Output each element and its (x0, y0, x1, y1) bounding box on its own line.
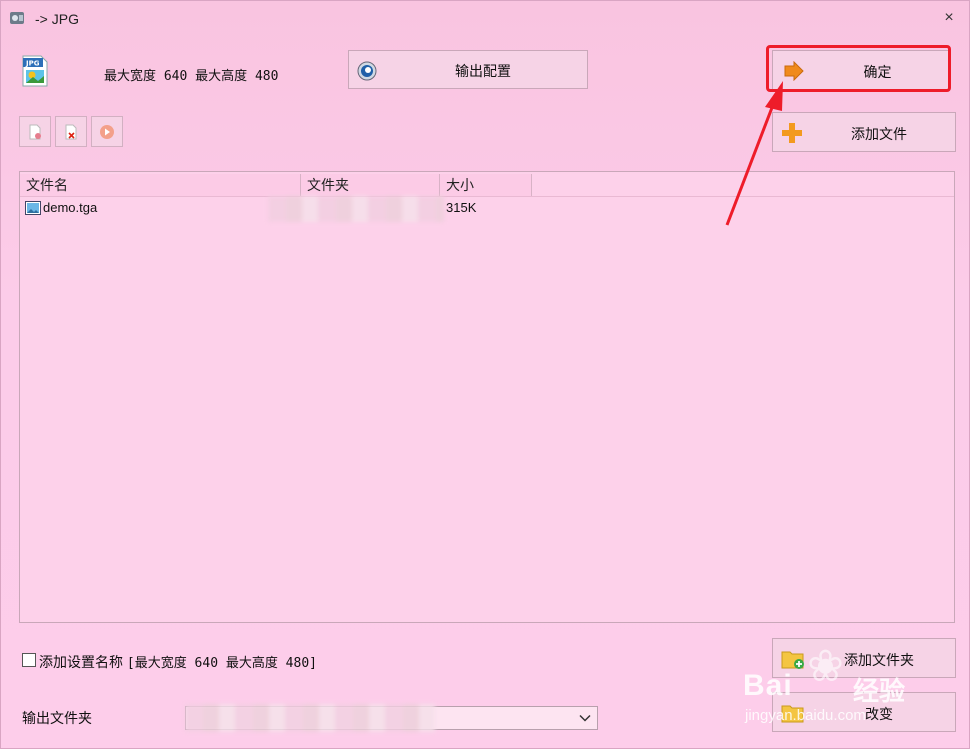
title-bar: -> JPG × (1, 1, 969, 37)
add-folder-button[interactable]: 添加文件夹 (772, 638, 956, 678)
app-icon (10, 12, 24, 24)
add-file-label: 添加文件 (851, 126, 907, 142)
header-divider (20, 196, 954, 197)
file-name-cell: demo.tga (43, 200, 98, 215)
column-header-size[interactable]: 大小 (440, 174, 532, 196)
close-button[interactable]: × (941, 9, 957, 27)
remove-file-icon (29, 124, 41, 140)
add-settings-name-checkbox[interactable] (22, 653, 36, 667)
window-title: -> JPG (35, 11, 79, 27)
plus-icon (782, 123, 802, 143)
column-header-filename[interactable]: 文件名 (20, 174, 301, 196)
checkbox-label-text: 添加设置名称 (39, 654, 123, 670)
column-header-folder[interactable]: 文件夹 (301, 174, 440, 196)
arrow-right-icon (784, 61, 804, 81)
chevron-down-icon (579, 714, 591, 722)
table-row[interactable]: demo.tga 315K (20, 198, 954, 218)
delete-file-button[interactable] (55, 116, 87, 147)
add-settings-name-label: 添加设置名称 [最大宽度 640 最大高度 480] (39, 652, 317, 672)
add-file-button[interactable]: 添加文件 (772, 112, 956, 152)
output-folder-label: 输出文件夹 (22, 710, 92, 726)
output-dimensions-label: 最大宽度 640 最大高度 480 (104, 69, 279, 84)
image-file-icon (25, 201, 41, 215)
jpg-format-icon: JPG (22, 55, 48, 87)
change-button[interactable]: 改变 (772, 692, 956, 732)
redacted-folder-path (268, 196, 444, 222)
remove-file-button[interactable] (19, 116, 51, 147)
size-cell: 315K (446, 200, 477, 215)
app-window: -> JPG × JPG 最大宽度 640 最大高度 480 输出配置 确定 添… (0, 0, 970, 749)
confirm-label: 确定 (863, 64, 892, 80)
checkbox-suffix-text: [最大宽度 640 最大高度 480] (126, 656, 317, 671)
output-config-label: 输出配置 (455, 63, 511, 79)
output-config-button[interactable]: 输出配置 (348, 50, 588, 89)
add-folder-label: 添加文件夹 (844, 652, 914, 668)
settings-gear-icon (357, 61, 377, 81)
play-button[interactable] (91, 116, 123, 147)
change-label: 改变 (865, 706, 893, 722)
add-folder-icon (781, 651, 804, 669)
folder-icon (781, 705, 804, 723)
confirm-button[interactable]: 确定 (772, 50, 949, 90)
svg-text:JPG: JPG (25, 60, 40, 68)
file-list[interactable]: 文件名 文件夹 大小 demo.tga 315K (19, 171, 955, 623)
delete-icon (65, 124, 77, 140)
redacted-output-path (185, 704, 435, 732)
play-icon (100, 125, 114, 139)
